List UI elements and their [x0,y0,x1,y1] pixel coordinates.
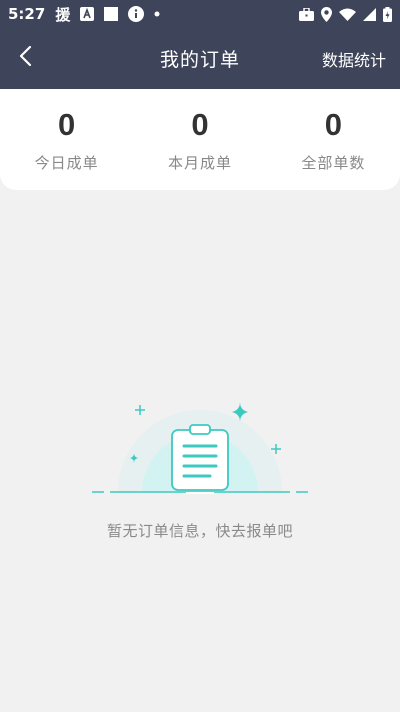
stat-label: 全部单数 [301,154,366,172]
stat-value: 0 [58,107,76,142]
square-icon [104,7,119,21]
location-icon [321,6,332,22]
data-statistics-button[interactable]: 数据统计 [322,47,386,71]
wifi-icon [339,8,356,21]
yuan-app-icon: 援 [55,5,71,24]
info-icon [128,6,145,22]
stat-value: 0 [191,107,209,142]
header-bar: 我的订单 数据统计 [0,28,400,89]
stat-month[interactable]: 0 本月成单 [133,89,266,190]
empty-message: 暂无订单信息，快去报单吧 [106,522,293,540]
empty-state: 暂无订单信息，快去报单吧 [0,392,400,541]
stat-value: 0 [324,107,342,142]
status-time: 5:27 [8,5,46,23]
stat-label: 本月成单 [167,154,232,172]
stat-today[interactable]: 0 今日成单 [0,89,133,190]
clipboard-icon [90,392,310,500]
status-bar: 5:27 援 [0,0,400,28]
stat-total[interactable]: 0 全部单数 [267,89,400,190]
dot-icon [154,11,160,17]
order-stats-card: 0 今日成单 0 本月成单 0 全部单数 [0,89,400,190]
briefcase-icon [299,7,314,21]
font-a-icon [80,7,95,21]
signal-icon [363,7,376,21]
stat-label: 今日成单 [34,154,99,172]
battery-icon [383,6,392,22]
